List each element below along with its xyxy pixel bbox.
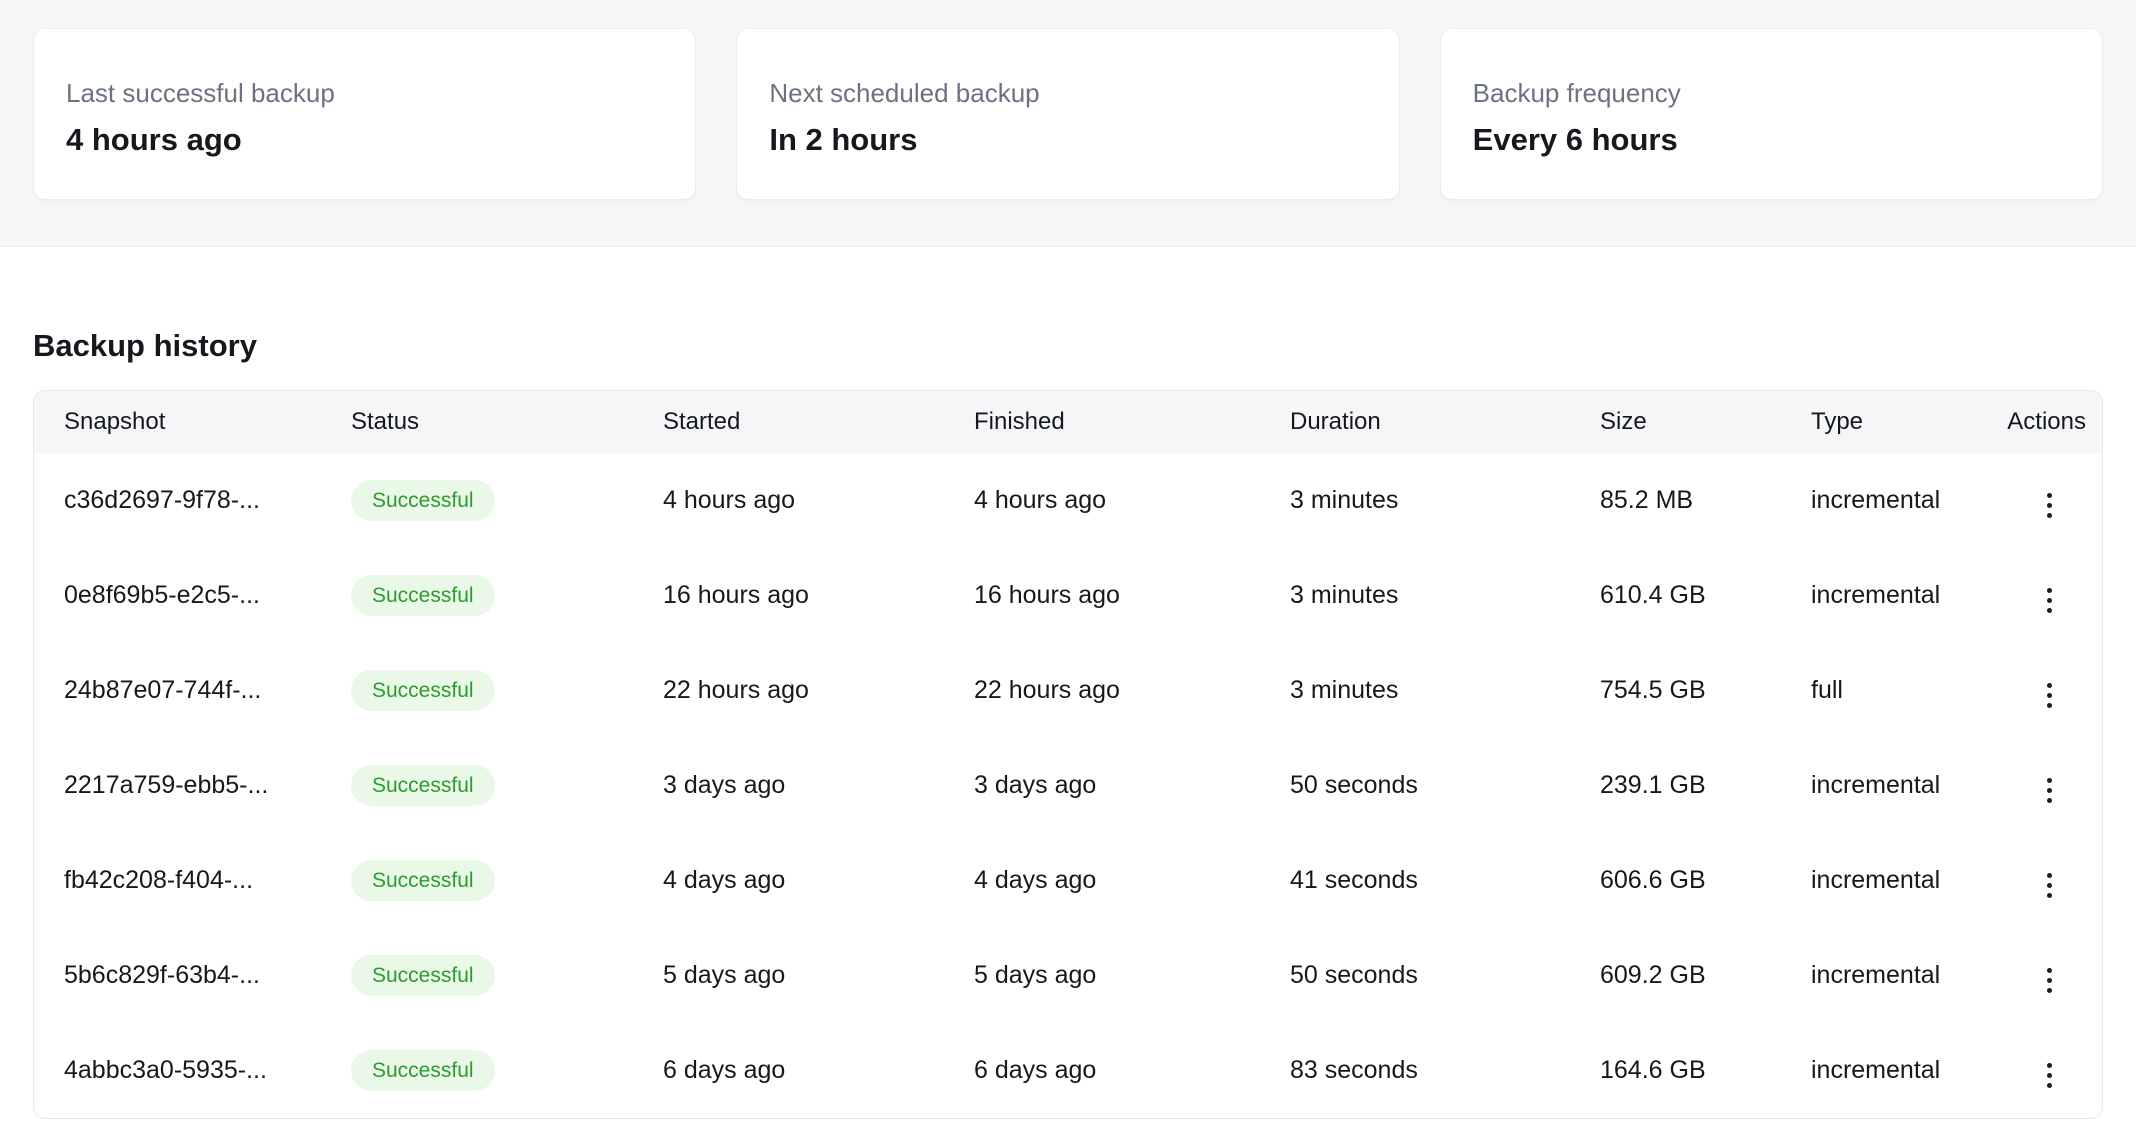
duration-cell: 50 seconds <box>1260 928 1570 1023</box>
actions-cell <box>2001 1023 2102 1118</box>
main-content: Backup history Snapshot Status Started F… <box>0 328 2136 1119</box>
table-row: fb42c208-f404-... Successful 4 days ago … <box>34 833 2102 928</box>
kebab-menu-icon[interactable] <box>2037 485 2062 526</box>
table-row: 5b6c829f-63b4-... Successful 5 days ago … <box>34 928 2102 1023</box>
snapshot-id: 2217a759-ebb5-... <box>34 738 321 833</box>
column-header-duration: Duration <box>1260 391 1570 453</box>
table-row: 2217a759-ebb5-... Successful 3 days ago … <box>34 738 2102 833</box>
type-cell: incremental <box>1781 548 2001 643</box>
status-cell: Successful <box>321 548 633 643</box>
started-cell: 3 days ago <box>633 738 944 833</box>
started-cell: 5 days ago <box>633 928 944 1023</box>
snapshot-id: 0e8f69b5-e2c5-... <box>34 548 321 643</box>
table-row: 4abbc3a0-5935-... Successful 6 days ago … <box>34 1023 2102 1118</box>
size-cell: 606.6 GB <box>1570 833 1781 928</box>
status-cell: Successful <box>321 453 633 548</box>
column-header-size: Size <box>1570 391 1781 453</box>
status-cell: Successful <box>321 643 633 738</box>
table-header-row: Snapshot Status Started Finished Duratio… <box>34 391 2102 453</box>
finished-cell: 22 hours ago <box>944 643 1260 738</box>
size-cell: 164.6 GB <box>1570 1023 1781 1118</box>
snapshot-id: 4abbc3a0-5935-... <box>34 1023 321 1118</box>
size-cell: 754.5 GB <box>1570 643 1781 738</box>
kebab-menu-icon[interactable] <box>2037 580 2062 621</box>
page-title: Backup history <box>33 328 2103 364</box>
duration-cell: 83 seconds <box>1260 1023 1570 1118</box>
stat-card-backup-frequency: Backup frequency Every 6 hours <box>1440 28 2103 200</box>
duration-cell: 50 seconds <box>1260 738 1570 833</box>
started-cell: 4 hours ago <box>633 453 944 548</box>
started-cell: 6 days ago <box>633 1023 944 1118</box>
table-row: c36d2697-9f78-... Successful 4 hours ago… <box>34 453 2102 548</box>
started-cell: 16 hours ago <box>633 548 944 643</box>
status-badge: Successful <box>351 860 495 901</box>
stat-card-last-successful-backup: Last successful backup 4 hours ago <box>33 28 696 200</box>
type-cell: incremental <box>1781 928 2001 1023</box>
kebab-menu-icon[interactable] <box>2037 1055 2062 1096</box>
actions-cell <box>2001 643 2102 738</box>
size-cell: 610.4 GB <box>1570 548 1781 643</box>
backup-history-table: Snapshot Status Started Finished Duratio… <box>33 390 2103 1119</box>
snapshot-id: 24b87e07-744f-... <box>34 643 321 738</box>
status-badge: Successful <box>351 1050 495 1091</box>
actions-cell <box>2001 453 2102 548</box>
stat-value: In 2 hours <box>769 121 1366 158</box>
status-cell: Successful <box>321 928 633 1023</box>
status-badge: Successful <box>351 670 495 711</box>
column-header-started: Started <box>633 391 944 453</box>
started-cell: 22 hours ago <box>633 643 944 738</box>
snapshot-id: c36d2697-9f78-... <box>34 453 321 548</box>
type-cell: incremental <box>1781 453 2001 548</box>
stat-label: Next scheduled backup <box>769 78 1366 109</box>
stat-label: Backup frequency <box>1473 78 2070 109</box>
finished-cell: 3 days ago <box>944 738 1260 833</box>
table-row: 0e8f69b5-e2c5-... Successful 16 hours ag… <box>34 548 2102 643</box>
status-badge: Successful <box>351 765 495 806</box>
snapshot-id: 5b6c829f-63b4-... <box>34 928 321 1023</box>
stat-label: Last successful backup <box>66 78 663 109</box>
status-cell: Successful <box>321 738 633 833</box>
actions-cell <box>2001 548 2102 643</box>
status-badge: Successful <box>351 480 495 521</box>
column-header-status: Status <box>321 391 633 453</box>
status-badge: Successful <box>351 955 495 996</box>
type-cell: full <box>1781 643 2001 738</box>
duration-cell: 3 minutes <box>1260 453 1570 548</box>
size-cell: 85.2 MB <box>1570 453 1781 548</box>
size-cell: 239.1 GB <box>1570 738 1781 833</box>
type-cell: incremental <box>1781 833 2001 928</box>
finished-cell: 4 hours ago <box>944 453 1260 548</box>
duration-cell: 3 minutes <box>1260 548 1570 643</box>
finished-cell: 4 days ago <box>944 833 1260 928</box>
column-header-type: Type <box>1781 391 2001 453</box>
stat-card-next-scheduled-backup: Next scheduled backup In 2 hours <box>736 28 1399 200</box>
stat-value: Every 6 hours <box>1473 121 2070 158</box>
type-cell: incremental <box>1781 1023 2001 1118</box>
type-cell: incremental <box>1781 738 2001 833</box>
column-header-actions: Actions <box>2001 391 2102 453</box>
finished-cell: 16 hours ago <box>944 548 1260 643</box>
started-cell: 4 days ago <box>633 833 944 928</box>
column-header-finished: Finished <box>944 391 1260 453</box>
kebab-menu-icon[interactable] <box>2037 770 2062 811</box>
status-cell: Successful <box>321 1023 633 1118</box>
actions-cell <box>2001 928 2102 1023</box>
status-badge: Successful <box>351 575 495 616</box>
kebab-menu-icon[interactable] <box>2037 865 2062 906</box>
kebab-menu-icon[interactable] <box>2037 675 2062 716</box>
finished-cell: 5 days ago <box>944 928 1260 1023</box>
stat-value: 4 hours ago <box>66 121 663 158</box>
duration-cell: 41 seconds <box>1260 833 1570 928</box>
size-cell: 609.2 GB <box>1570 928 1781 1023</box>
status-cell: Successful <box>321 833 633 928</box>
column-header-snapshot: Snapshot <box>34 391 321 453</box>
kebab-menu-icon[interactable] <box>2037 960 2062 1001</box>
finished-cell: 6 days ago <box>944 1023 1260 1118</box>
stats-strip: Last successful backup 4 hours ago Next … <box>0 0 2136 247</box>
actions-cell <box>2001 738 2102 833</box>
table-row: 24b87e07-744f-... Successful 22 hours ag… <box>34 643 2102 738</box>
actions-cell <box>2001 833 2102 928</box>
snapshot-id: fb42c208-f404-... <box>34 833 321 928</box>
duration-cell: 3 minutes <box>1260 643 1570 738</box>
